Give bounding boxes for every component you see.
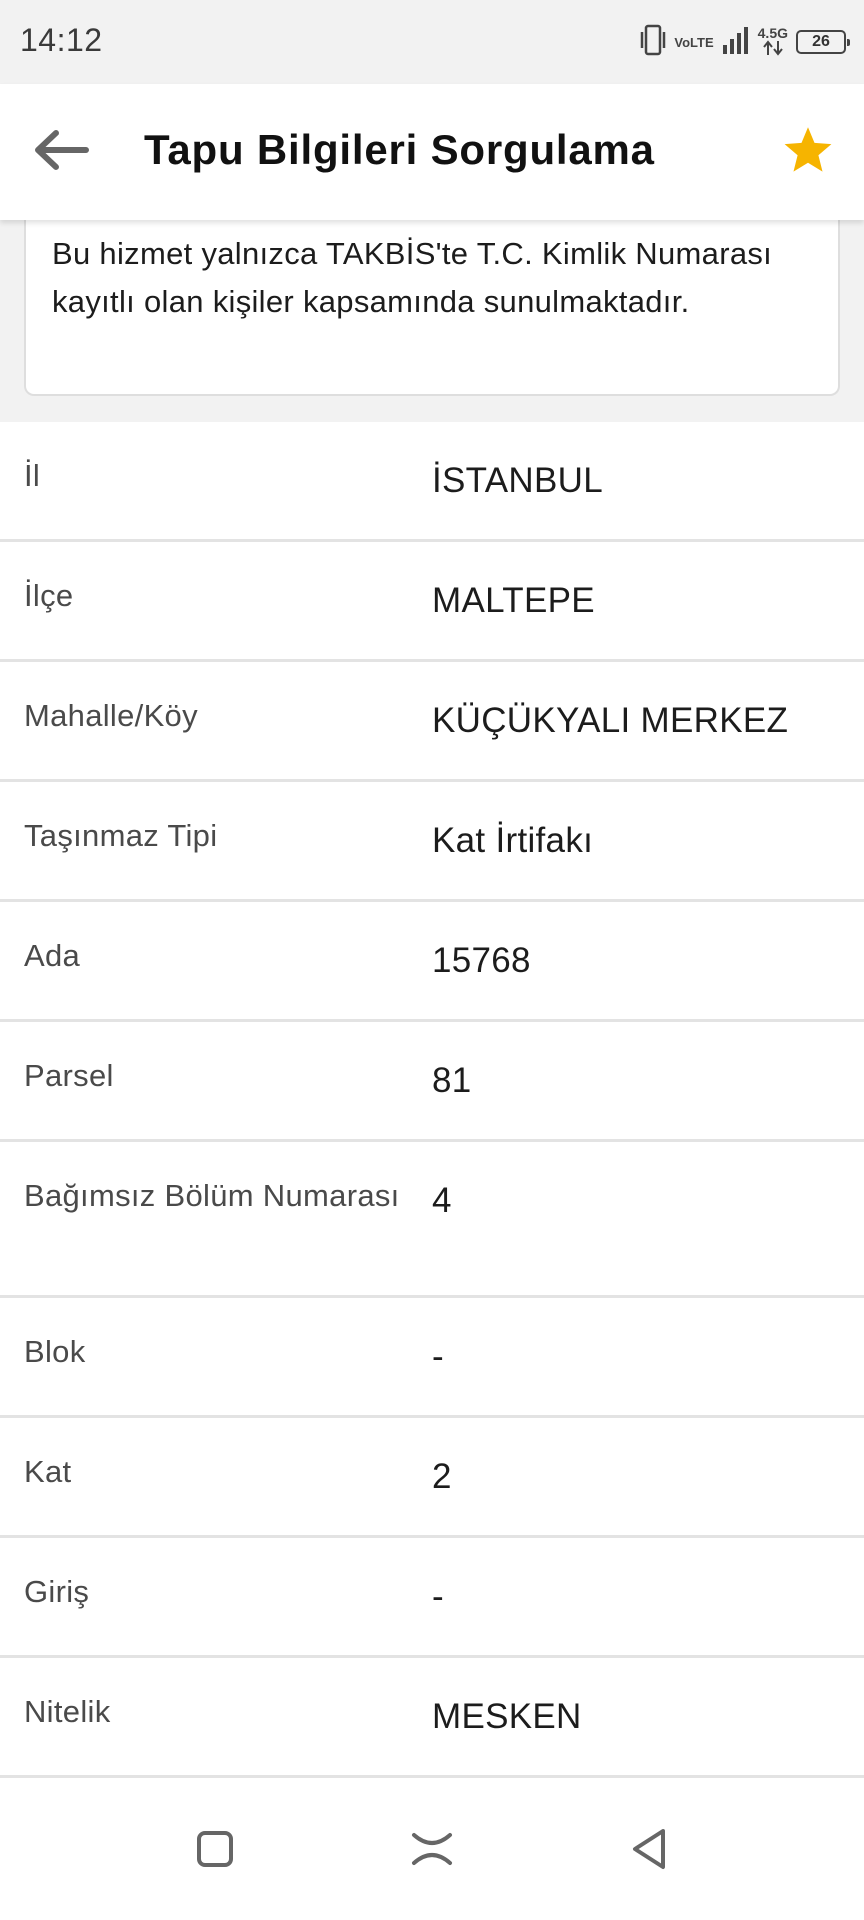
notice-area: Bu hizmet yalnızca TAKBİS'te T.C. Kimlik… xyxy=(0,220,864,422)
status-bar: 14:12 VoLTE 4.5G 26 xyxy=(0,0,864,84)
info-row-mahalle: Mahalle/Köy KÜÇÜKYALI MERKEZ xyxy=(0,662,864,782)
square-icon xyxy=(195,1829,235,1874)
info-row-giris: Giriş - xyxy=(0,1538,864,1658)
nav-back-button[interactable] xyxy=(614,1816,684,1886)
info-row-tasinmaz-tipi: Taşınmaz Tipi Kat İrtifakı xyxy=(0,782,864,902)
info-label: Nitelik xyxy=(24,1694,111,1729)
volte-indicator: VoLTE xyxy=(674,34,714,50)
info-value: - xyxy=(432,1337,444,1376)
info-value: İSTANBUL xyxy=(432,461,603,500)
favorite-button[interactable] xyxy=(780,124,836,180)
system-nav-bar xyxy=(0,1780,864,1920)
info-label: Taşınmaz Tipi xyxy=(24,818,218,853)
info-row-ilce: İlçe MALTEPE xyxy=(0,542,864,662)
battery-indicator: 26 xyxy=(796,30,850,54)
app-bar: Tapu Bilgileri Sorgulama xyxy=(0,84,864,220)
nav-home-button[interactable] xyxy=(180,1816,250,1886)
vibrate-icon xyxy=(640,23,666,62)
info-label: Kat xyxy=(24,1454,72,1489)
info-value: 15768 xyxy=(432,941,531,980)
nav-recents-button[interactable] xyxy=(397,1816,467,1886)
info-row-il: İl İSTANBUL xyxy=(0,422,864,542)
network-type: 4.5G xyxy=(758,26,788,58)
info-value: 2 xyxy=(432,1457,452,1496)
arrow-left-icon xyxy=(32,128,90,177)
info-label: Ada xyxy=(24,938,81,973)
info-label: Mahalle/Köy xyxy=(24,698,198,733)
triangle-back-icon xyxy=(629,1827,669,1876)
info-value: MESKEN xyxy=(432,1697,582,1736)
status-time: 14:12 xyxy=(20,22,103,58)
data-arrows-icon xyxy=(762,40,784,58)
info-value: MALTEPE xyxy=(432,581,595,620)
notice-card: Bu hizmet yalnızca TAKBİS'te T.C. Kimlik… xyxy=(24,220,840,396)
info-label: Giriş xyxy=(24,1574,90,1609)
notice-text: Bu hizmet yalnızca TAKBİS'te T.C. Kimlik… xyxy=(52,236,773,319)
page-title: Tapu Bilgileri Sorgulama xyxy=(144,126,655,173)
info-row-ada: Ada 15768 xyxy=(0,902,864,1022)
property-info-list: İl İSTANBUL İlçe MALTEPE Mahalle/Köy KÜÇ… xyxy=(0,422,864,1778)
star-icon xyxy=(782,125,834,180)
info-label: İl xyxy=(24,458,41,493)
info-row-nitelik: Nitelik MESKEN xyxy=(0,1658,864,1778)
recents-icon xyxy=(410,1829,454,1874)
info-value: - xyxy=(432,1577,444,1616)
back-button[interactable] xyxy=(30,122,92,182)
signal-icon xyxy=(722,25,750,60)
info-value: Kat İrtifakı xyxy=(432,821,594,860)
status-icons: VoLTE 4.5G 26 xyxy=(640,22,850,62)
info-value: 4 xyxy=(432,1181,452,1220)
info-row-blok: Blok - xyxy=(0,1298,864,1418)
screen: 14:12 VoLTE 4.5G 26 Tapu Bilgileri Sorgu… xyxy=(0,0,864,1920)
info-label: Parsel xyxy=(24,1058,114,1093)
info-row-parsel: Parsel 81 xyxy=(0,1022,864,1142)
info-value: 81 xyxy=(432,1061,472,1100)
info-label: Bağımsız Bölüm Numarası xyxy=(24,1178,400,1213)
info-value: KÜÇÜKYALI MERKEZ xyxy=(432,701,789,740)
info-row-bagimsiz-bolum: Bağımsız Bölüm Numarası 4 xyxy=(0,1142,864,1298)
info-label: İlçe xyxy=(24,578,74,613)
info-label: Blok xyxy=(24,1334,86,1369)
info-row-kat: Kat 2 xyxy=(0,1418,864,1538)
